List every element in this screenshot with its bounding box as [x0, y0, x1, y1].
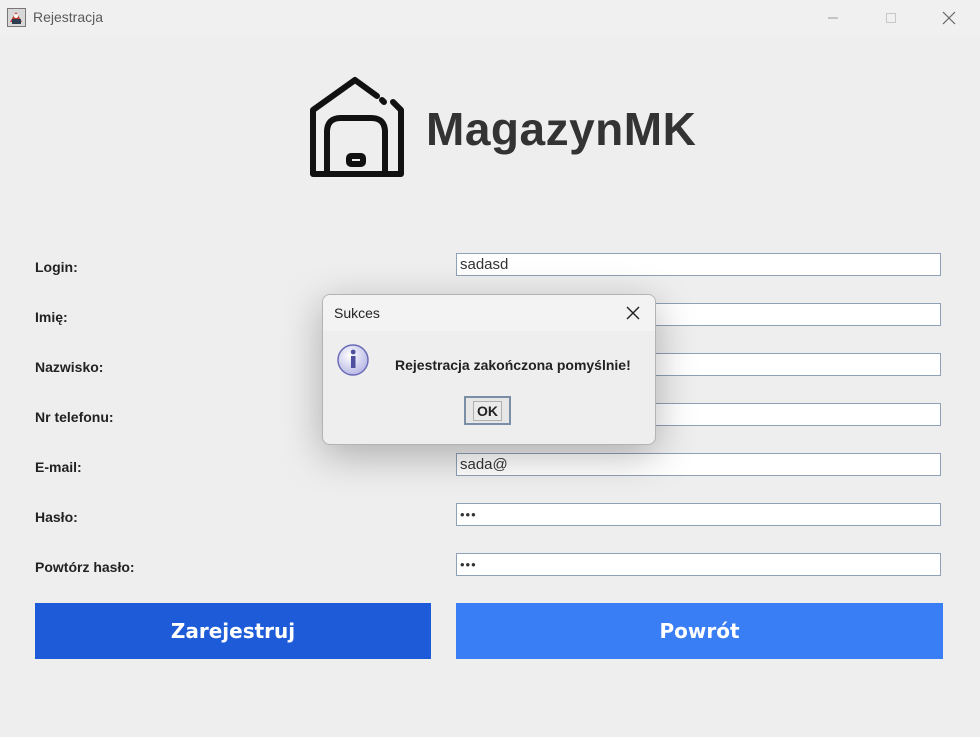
password-input[interactable] [456, 503, 941, 526]
repeat-password-label: Powtórz hasło: [35, 559, 135, 575]
maximize-icon [886, 13, 896, 23]
login-input[interactable] [456, 253, 941, 276]
dialog-message: Rejestracja zakończona pomyślnie! [395, 357, 631, 373]
login-label: Login: [35, 259, 78, 275]
close-icon [942, 11, 956, 25]
java-app-icon [7, 8, 26, 27]
email-input[interactable] [456, 453, 941, 476]
window-title: Rejestracja [33, 9, 104, 25]
app-logo-text: MagazynMK [426, 103, 697, 155]
dialog-close-button[interactable] [615, 299, 651, 327]
warehouse-icon [310, 77, 404, 177]
close-icon [626, 306, 640, 320]
ok-button-label: OK [473, 400, 502, 421]
register-button[interactable]: Zarejestruj [35, 603, 431, 659]
success-dialog: Sukces Rejestracja zakończona pomyślnie!… [322, 294, 656, 445]
dialog-titlebar: Sukces [323, 295, 655, 331]
first-name-label: Imię: [35, 309, 68, 325]
minimize-button[interactable] [806, 0, 860, 36]
password-label: Hasło: [35, 509, 78, 525]
window-titlebar: Rejestracja [0, 0, 980, 36]
ok-button[interactable]: OK [464, 396, 511, 425]
back-button[interactable]: Powrót [456, 603, 943, 659]
info-icon [337, 344, 369, 376]
repeat-password-input[interactable] [456, 553, 941, 576]
minimize-icon [828, 17, 838, 19]
last-name-label: Nazwisko: [35, 359, 104, 375]
maximize-button[interactable] [864, 0, 918, 36]
dialog-title: Sukces [334, 305, 380, 321]
email-label: E-mail: [35, 459, 82, 475]
close-button[interactable] [922, 0, 976, 36]
phone-label: Nr telefonu: [35, 409, 114, 425]
